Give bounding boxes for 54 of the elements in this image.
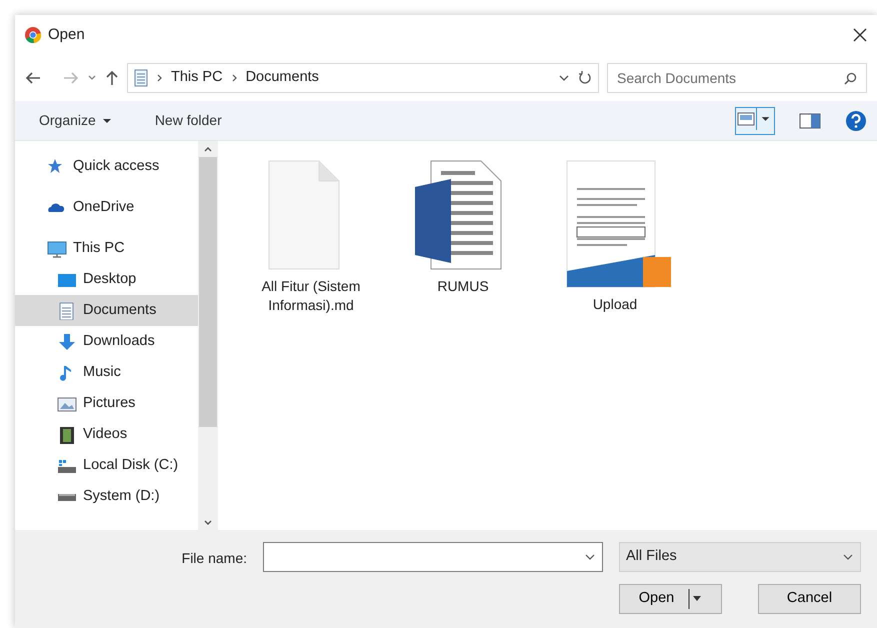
chevron-right-icon — [156, 73, 163, 83]
sidebar-item[interactable]: Documents — [15, 295, 198, 326]
sidebar-item[interactable]: OneDrive — [15, 192, 198, 223]
sidebar-item[interactable]: Desktop — [15, 264, 198, 295]
document-icon — [134, 69, 148, 87]
file-type-dropdown[interactable]: All Files — [619, 542, 861, 572]
organize-button[interactable]: Organize — [35, 108, 115, 133]
breadcrumb-link[interactable]: This PC — [171, 67, 223, 89]
close-icon[interactable] — [853, 28, 867, 42]
file-name-field[interactable] — [263, 542, 603, 572]
monitor-icon — [47, 240, 67, 258]
chevron-down-icon — [842, 552, 854, 562]
sidebar-item[interactable]: Pictures — [15, 388, 198, 419]
caret-icon — [688, 589, 702, 609]
picture-icon — [57, 394, 77, 412]
cancel-button[interactable]: Cancel — [758, 584, 861, 614]
sidebar-item[interactable]: Music — [15, 357, 198, 388]
drive-icon — [57, 492, 77, 502]
film-icon — [57, 426, 77, 444]
breadcrumb-link[interactable]: Documents — [246, 67, 319, 89]
scrollbar-thumb[interactable] — [199, 156, 217, 426]
sidebar-item[interactable]: Local Disk (C:) — [15, 450, 198, 481]
chevron-right-icon — [230, 73, 238, 83]
up-arrow-icon[interactable] — [105, 70, 119, 86]
back-arrow-icon[interactable] — [25, 71, 41, 85]
file-name: Upload — [592, 295, 638, 314]
open-button[interactable]: Open — [619, 584, 722, 614]
file-name-label: File name: — [180, 548, 247, 568]
chevron-down-icon — [584, 552, 596, 562]
file-name: All Fitur (Sistem Informasi).md — [260, 277, 362, 315]
scroll-down-icon[interactable] — [203, 518, 213, 526]
search-field[interactable]: Search Documents — [607, 63, 867, 93]
sidebar-item[interactable]: Quick access — [15, 151, 198, 182]
down-arrow-icon — [57, 332, 77, 350]
file-item[interactable]: Upload — [550, 159, 680, 314]
sidebar-item[interactable]: Downloads — [15, 326, 198, 357]
scroll-up-icon[interactable] — [203, 144, 213, 152]
sidebar-item[interactable]: This PC — [15, 233, 198, 264]
chevron-down-icon[interactable] — [87, 74, 97, 82]
file-item[interactable]: RUMUS — [398, 159, 528, 296]
sidebar-item[interactable]: Videos — [15, 419, 198, 450]
file-item[interactable]: All Fitur (Sistem Informasi).md — [246, 159, 376, 315]
preview-pane-icon[interactable] — [799, 112, 821, 130]
window-title: Open — [48, 24, 85, 45]
new-folder-button[interactable]: New folder — [150, 108, 226, 133]
caret-icon — [102, 118, 111, 122]
view-options-button[interactable] — [735, 106, 775, 134]
sidebar-item[interactable]: System (D:) — [15, 481, 198, 512]
search-icon — [844, 72, 857, 85]
refresh-icon[interactable] — [578, 71, 592, 85]
help-icon[interactable] — [845, 110, 867, 132]
chrome-icon — [25, 27, 41, 43]
file-name: RUMUS — [437, 277, 489, 296]
chevron-down-icon — [558, 73, 570, 83]
